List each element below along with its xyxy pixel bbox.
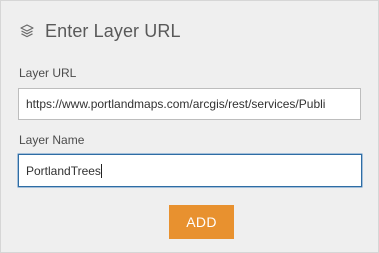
panel-title: Enter Layer URL	[45, 20, 181, 41]
layer-url-value: https://www.portlandmaps.com/arcgis/rest…	[26, 97, 326, 111]
text-cursor	[100, 163, 102, 178]
layer-name-label: Layer Name	[19, 133, 85, 147]
add-button[interactable]: ADD	[169, 205, 234, 239]
layer-url-label: Layer URL	[19, 66, 77, 80]
panel-header: Enter Layer URL	[19, 20, 181, 42]
layer-name-input[interactable]: PortlandTrees	[18, 154, 362, 187]
enter-layer-url-panel: Enter Layer URL Layer URL https://www.po…	[0, 0, 379, 253]
layer-name-value: PortlandTrees	[26, 163, 101, 178]
layers-icon	[19, 23, 35, 39]
layer-url-input[interactable]: https://www.portlandmaps.com/arcgis/rest…	[18, 88, 361, 120]
